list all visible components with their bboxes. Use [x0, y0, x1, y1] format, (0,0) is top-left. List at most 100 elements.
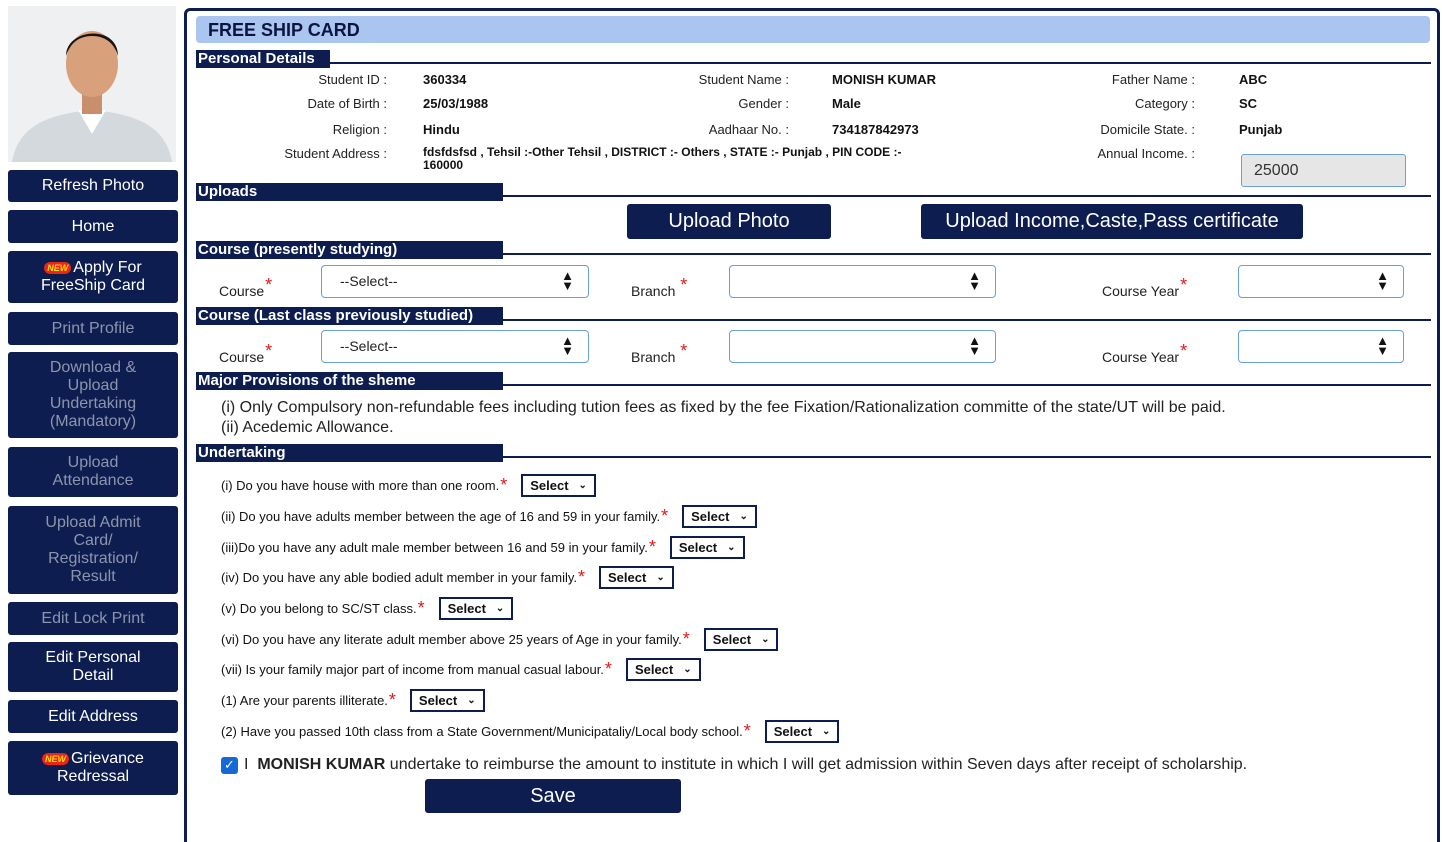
- edit-address-button[interactable]: Edit Address: [8, 700, 178, 733]
- course-present-branch-select[interactable]: ▲ ▼: [729, 265, 996, 298]
- question-select[interactable]: Select ⌄: [669, 536, 745, 559]
- grievance-redressal-button[interactable]: NEW Grievance Redressal: [8, 741, 178, 795]
- undertaking-checkbox[interactable]: ✓: [221, 756, 238, 774]
- question-select[interactable]: Select ⌄: [521, 474, 596, 497]
- course-present-course-select[interactable]: --Select-- ▲ ▼: [321, 265, 589, 298]
- course-last-year-label: Course Year*: [1102, 341, 1188, 365]
- edit-lock-print-button[interactable]: Edit Lock Print: [8, 602, 178, 635]
- category-label: Category :: [1135, 96, 1195, 111]
- course-last-year-select[interactable]: ▲ ▼: [1238, 330, 1404, 363]
- student-name-value: MONISH KUMAR: [832, 72, 936, 87]
- student-name-label: Student Name :: [698, 72, 789, 87]
- upload-certificate-button[interactable]: Upload Income,Caste,Pass certificate: [921, 204, 1303, 239]
- course-last-course-value: --Select--: [340, 338, 398, 354]
- course-present-heading: Course (presently studying): [196, 241, 503, 259]
- provision-line-2: (ii) Acedemic Allowance.: [221, 419, 394, 436]
- question-select[interactable]: Select ⌄: [764, 720, 840, 743]
- category-value: SC: [1239, 96, 1258, 111]
- question-row: (2) Have you passed 10th class from a St…: [221, 720, 840, 743]
- course-present-year-select[interactable]: ▲ ▼: [1238, 265, 1404, 298]
- upload-photo-button[interactable]: Upload Photo: [627, 204, 831, 239]
- address-line2: 160000: [423, 158, 464, 172]
- edit-personal-detail-label: Edit Personal Detail: [45, 649, 141, 684]
- sidebar: Refresh Photo Home NEW Apply For FreeShip…: [0, 0, 186, 842]
- personal-details-heading: Personal Details: [196, 50, 330, 68]
- domicile-label: Domicile State. :: [1100, 122, 1195, 137]
- section-divider: [503, 456, 1431, 458]
- edit-lock-print-label: Edit Lock Print: [41, 609, 145, 627]
- chevron-down-icon: ⌄: [739, 511, 748, 522]
- question-row: (ii) Do you have adults member between t…: [221, 505, 757, 528]
- upload-admit-card-button[interactable]: Upload Admit Card/ Registration/ Result: [8, 506, 178, 594]
- new-badge-icon: NEW: [42, 753, 70, 765]
- father-name-value: ABC: [1239, 72, 1268, 87]
- updown-arrow-icon: ▲ ▼: [968, 268, 981, 293]
- chevron-down-icon: ⌄: [656, 572, 665, 583]
- dob-value: 25/03/1988: [423, 96, 489, 111]
- updown-arrow-icon: ▲ ▼: [1376, 333, 1389, 358]
- edit-address-label: Edit Address: [48, 707, 138, 725]
- question-select[interactable]: Select ⌄: [438, 597, 514, 620]
- upload-admit-card-label: Upload Admit Card/ Registration/ Result: [45, 514, 141, 585]
- save-button[interactable]: Save: [425, 779, 681, 813]
- updown-arrow-icon: ▲ ▼: [968, 333, 981, 358]
- question-row: (vi) Do you have any literate adult memb…: [221, 628, 779, 651]
- course-present-year-label: Course Year*: [1102, 275, 1188, 299]
- gender-value: Male: [832, 96, 861, 111]
- upload-attendance-button[interactable]: Upload Attendance: [8, 447, 178, 497]
- address-value: fdsfdsfsd , Tehsil :-Other Tehsil , DIST…: [423, 146, 901, 172]
- provision-line-1: (i) Only Compulsory non-refundable fees …: [221, 399, 1226, 416]
- new-badge-icon: NEW: [44, 262, 72, 274]
- question-select[interactable]: Select ⌄: [409, 689, 485, 712]
- question-row: (vii) Is your family major part of incom…: [221, 658, 701, 681]
- annual-income-field[interactable]: 25000: [1241, 154, 1406, 187]
- chevron-down-icon: ⌄: [467, 695, 476, 706]
- chevron-down-icon: ⌄: [495, 603, 505, 614]
- page-title-bar: FREE SHIP CARD: [196, 16, 1430, 43]
- course-last-course-select[interactable]: --Select-- ▲ ▼: [321, 330, 589, 363]
- updown-arrow-icon: ▲ ▼: [561, 268, 574, 293]
- student-photo: [8, 6, 176, 162]
- updown-arrow-icon: ▲ ▼: [561, 333, 574, 358]
- question-select[interactable]: Select ⌄: [682, 505, 757, 528]
- download-upload-undertaking-label: Download & Upload Undertaking (Mandatory…: [49, 359, 137, 430]
- question-select[interactable]: Select ⌄: [625, 658, 701, 681]
- print-profile-label: Print Profile: [51, 319, 135, 337]
- statement-name: MONISH KUMAR: [257, 756, 386, 773]
- edit-personal-detail-button[interactable]: Edit Personal Detail: [8, 642, 178, 692]
- course-present-course-label: Course*: [219, 275, 273, 299]
- domicile-value: Punjab: [1239, 122, 1283, 137]
- page-title: FREE SHIP CARD: [208, 20, 360, 40]
- address-line1: fdsfdsfsd , Tehsil :-Other Tehsil , DIST…: [423, 145, 902, 159]
- question-row: (v) Do you belong to SC/ST class. * Select…: [221, 597, 514, 620]
- question-select[interactable]: Select ⌄: [703, 628, 779, 651]
- print-profile-button[interactable]: Print Profile: [8, 312, 178, 345]
- section-divider: [503, 195, 1431, 197]
- uploads-heading: Uploads: [196, 183, 503, 201]
- statement-text: undertake to reimburse the amount to ins…: [389, 756, 1248, 773]
- student-id-label: Student ID :: [318, 72, 387, 87]
- apply-freeship-button[interactable]: NEW Apply For FreeShip Card: [8, 251, 178, 303]
- address-label: Student Address :: [284, 146, 387, 161]
- refresh-photo-button[interactable]: Refresh Photo: [8, 170, 178, 202]
- question-row: (1) Are your parents illiterate. * Select ⌄: [221, 689, 485, 712]
- chevron-down-icon: ⌄: [683, 664, 692, 675]
- course-last-course-label: Course*: [219, 341, 273, 365]
- undertaking-heading: Undertaking: [196, 444, 503, 462]
- course-last-branch-select[interactable]: ▲ ▼: [729, 330, 996, 363]
- question-select[interactable]: Select ⌄: [599, 566, 674, 589]
- course-present-branch-label: Branch *: [631, 275, 688, 299]
- religion-label: Religion :: [332, 122, 387, 137]
- statement-prefix: I: [244, 756, 249, 773]
- father-name-label: Father Name :: [1111, 72, 1195, 87]
- question-row: (iii)Do you have any adult male member b…: [221, 536, 745, 559]
- gender-label: Gender :: [738, 96, 789, 111]
- home-button[interactable]: Home: [8, 210, 178, 243]
- aadhaar-label: Aadhaar No. :: [708, 122, 789, 137]
- upload-attendance-label: Upload Attendance: [52, 454, 134, 489]
- download-upload-undertaking-button[interactable]: Download & Upload Undertaking (Mandatory…: [8, 352, 178, 438]
- chevron-down-icon: ⌄: [727, 542, 736, 553]
- dob-label: Date of Birth :: [307, 96, 387, 111]
- provisions-heading: Major Provisions of the sheme: [196, 372, 503, 390]
- main-panel: FREE SHIP CARD Personal Details Student …: [184, 8, 1440, 842]
